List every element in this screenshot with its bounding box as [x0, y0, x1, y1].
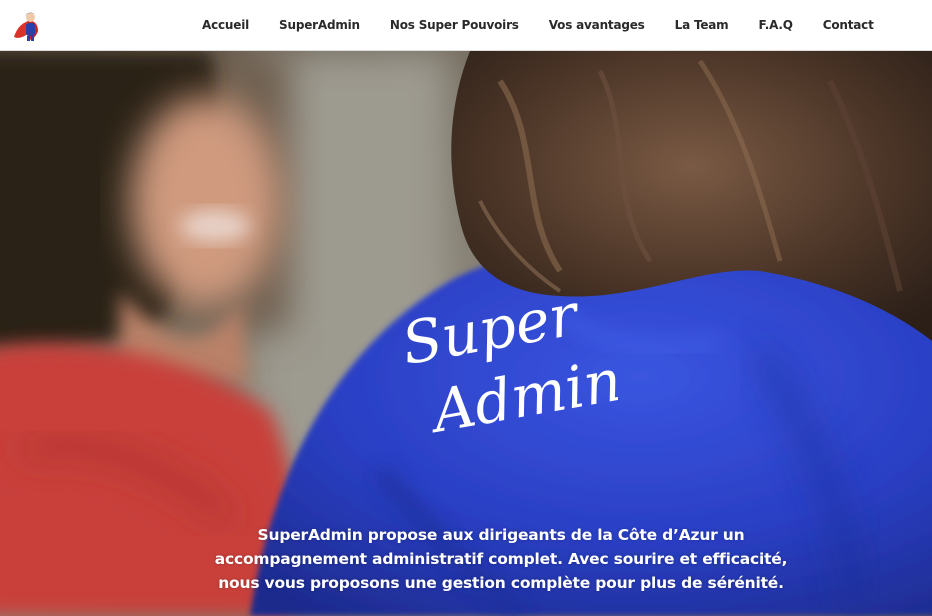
nav-item-accueil[interactable]: Accueil	[202, 18, 249, 32]
hero-line-3: nous vous proposons une gestion complète…	[218, 574, 784, 592]
main-menu: Accueil SuperAdmin Nos Super Pouvoirs Vo…	[202, 0, 874, 50]
nav-item-superadmin[interactable]: SuperAdmin	[279, 18, 360, 32]
nav-item-contact[interactable]: Contact	[823, 18, 874, 32]
nav-item-faq[interactable]: F.A.Q	[758, 18, 792, 32]
nav-item-la-team[interactable]: La Team	[675, 18, 729, 32]
hero-line-2: accompagnement administratif complet. Av…	[214, 550, 788, 568]
superadmin-script-logo-icon: Super Admin	[398, 287, 618, 442]
nav-item-nos-super-pouvoirs[interactable]: Nos Super Pouvoirs	[390, 18, 519, 32]
nav-item-vos-avantages[interactable]: Vos avantages	[549, 18, 645, 32]
superhero-logo-icon[interactable]	[8, 7, 44, 43]
hero-line-1: SuperAdmin propose aux dirigeants de la …	[257, 526, 745, 544]
hero-section: Super Admin SuperAdmin propose aux dirig…	[0, 51, 932, 616]
hero-description: SuperAdmin propose aux dirigeants de la …	[196, 523, 806, 595]
top-navigation: Accueil SuperAdmin Nos Super Pouvoirs Vo…	[0, 0, 932, 51]
